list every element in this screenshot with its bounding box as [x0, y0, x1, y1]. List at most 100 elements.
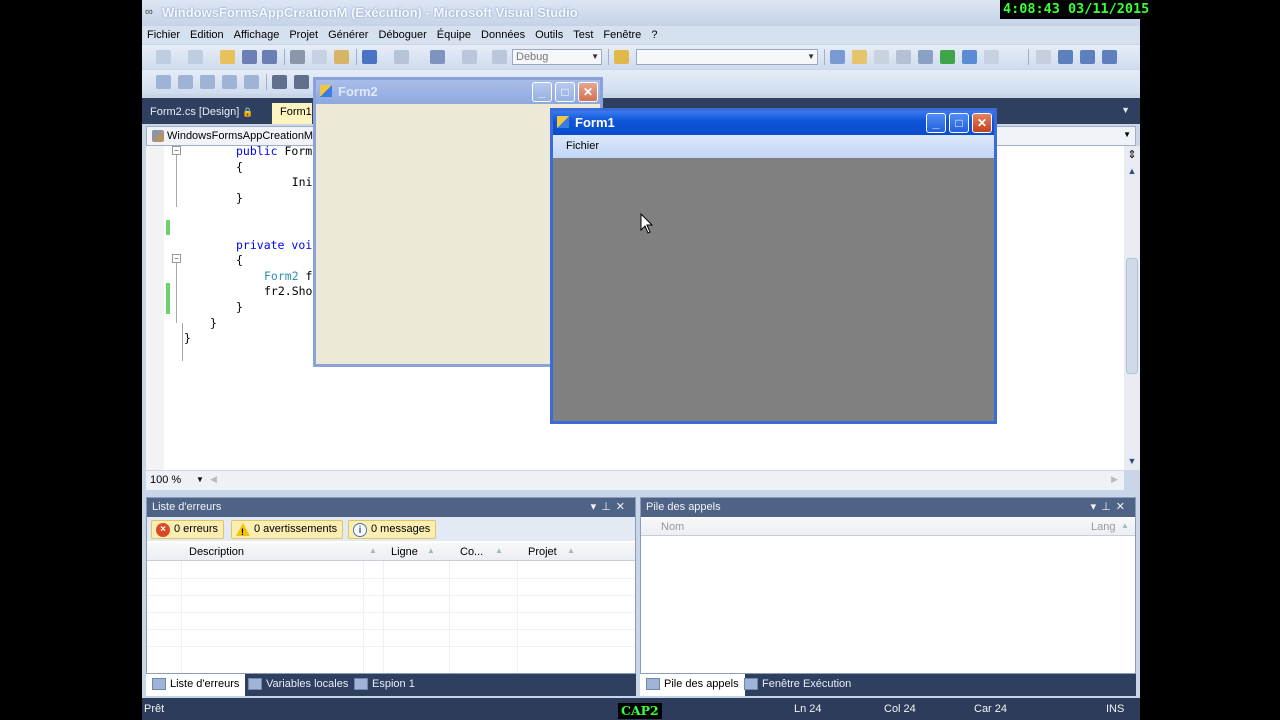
dropdown-icon[interactable]: ▾ — [591, 501, 602, 513]
menu-generer[interactable]: Générer — [323, 29, 373, 41]
menu-fichier[interactable]: Fichier — [142, 29, 185, 41]
scroll-up-icon[interactable]: ▲ — [1126, 166, 1138, 178]
minimize-button[interactable]: _ — [926, 113, 946, 133]
break-all-icon[interactable] — [1058, 50, 1073, 64]
navigate-backward-icon[interactable] — [430, 50, 445, 64]
scroll-thumb[interactable] — [1126, 258, 1138, 374]
continue-icon[interactable] — [1036, 50, 1051, 64]
add-item-icon[interactable] — [188, 50, 203, 64]
close-icon[interactable]: ✕ — [1116, 501, 1130, 513]
zoom-chevron-down-icon[interactable]: ▼ — [196, 475, 204, 484]
errors-filter-button[interactable]: × 0 erreurs — [151, 520, 225, 539]
collapse-icon[interactable]: − — [172, 146, 181, 155]
locals-icon — [248, 678, 262, 690]
collapse-icon[interactable]: − — [172, 254, 181, 263]
code-line: } — [210, 315, 217, 330]
restart-icon[interactable] — [1102, 50, 1117, 64]
tab-variables-locales[interactable]: Variables locales — [242, 674, 354, 696]
pin-icon[interactable]: ⊥ — [1101, 501, 1116, 513]
redo-icon[interactable] — [394, 50, 409, 64]
solution-explorer-icon[interactable] — [830, 50, 845, 64]
scroll-down-icon[interactable]: ▼ — [1126, 456, 1138, 468]
cut-icon[interactable] — [290, 50, 305, 64]
column-ligne[interactable]: Ligne — [391, 546, 418, 558]
scroll-right-icon[interactable]: ▶ — [1111, 474, 1118, 485]
column-description[interactable]: Description — [189, 546, 244, 558]
tab-form2-design[interactable]: Form2.cs [Design] 🔒 — [142, 103, 262, 124]
text-editor-toolbar — [142, 70, 1140, 94]
maximize-button[interactable]: □ — [555, 82, 575, 102]
decrease-indent-icon[interactable] — [272, 75, 287, 89]
close-icon[interactable]: ✕ — [616, 501, 630, 513]
zoom-level[interactable]: 100 % — [150, 474, 181, 486]
tab-form1-code[interactable]: Form1. — [272, 103, 315, 124]
start-page-icon[interactable] — [940, 50, 955, 64]
increase-indent-icon[interactable] — [294, 75, 309, 89]
members-combo-chevron-down-icon[interactable]: ▼ — [1123, 130, 1131, 139]
warnings-filter-button[interactable]: ! 0 avertissements — [231, 520, 344, 539]
open-folder-icon[interactable] — [220, 50, 235, 64]
column-projet[interactable]: Projet — [528, 546, 557, 558]
column-langage[interactable]: Lang — [1091, 521, 1115, 533]
form1-window[interactable]: Form1 _ □ ✕ Fichier — [550, 108, 997, 424]
column-colonne[interactable]: Co... — [460, 546, 483, 558]
menu-test[interactable]: Test — [568, 29, 598, 41]
menu-donnees[interactable]: Données — [476, 29, 530, 41]
menu-outils[interactable]: Outils — [530, 29, 568, 41]
display-word-completion-icon[interactable] — [244, 75, 259, 89]
scroll-left-icon[interactable]: ◀ — [210, 474, 217, 485]
messages-filter-button[interactable]: i 0 messages — [348, 520, 437, 539]
types-combo[interactable]: WindowsFormsAppCreationM.F — [149, 128, 323, 144]
minimize-button[interactable]: _ — [532, 82, 552, 102]
close-button[interactable]: ✕ — [972, 113, 992, 133]
form1-mdi-client[interactable] — [553, 158, 994, 421]
tab-fenetre-execution[interactable]: Fenêtre Exécution — [738, 674, 857, 696]
find-in-files-icon[interactable] — [614, 50, 629, 64]
save-all-icon[interactable] — [262, 50, 277, 64]
quick-info-icon[interactable] — [200, 75, 215, 89]
menu-projet[interactable]: Projet — [284, 29, 323, 41]
tab-espion-1[interactable]: Espion 1 — [348, 674, 421, 696]
new-project-icon[interactable] — [156, 50, 171, 64]
paste-icon[interactable] — [334, 50, 349, 64]
close-button[interactable]: ✕ — [578, 82, 598, 102]
column-nom[interactable]: Nom — [661, 521, 684, 533]
stop-debugging-icon[interactable] — [1080, 50, 1095, 64]
menu-equipe[interactable]: Équipe — [432, 29, 476, 41]
toolbox-icon[interactable] — [896, 50, 911, 64]
start-debug-icon[interactable] — [492, 50, 507, 64]
find-combo[interactable]: ▼ — [636, 49, 818, 65]
dropdown-icon[interactable]: ▾ — [1091, 501, 1102, 513]
menu-deboguer[interactable]: Déboguer — [373, 29, 431, 41]
pin-icon[interactable]: ⊥ — [601, 501, 616, 513]
maximize-button[interactable]: □ — [949, 113, 969, 133]
form1-title-bar[interactable]: Form1 _ □ ✕ — [553, 111, 994, 135]
complete-word-icon[interactable] — [222, 75, 237, 89]
split-icon[interactable]: ⇕ — [1126, 148, 1138, 162]
menu-fenetre[interactable]: Fenêtre — [598, 29, 646, 41]
tab-pile-appels[interactable]: Pile des appels — [640, 674, 745, 696]
save-icon[interactable] — [242, 50, 257, 64]
form2-title-bar[interactable]: Form2 _ □ ✕ — [316, 80, 600, 104]
menu-aide[interactable]: ? — [646, 29, 662, 41]
tools-icon[interactable] — [918, 50, 933, 64]
navigate-forward-icon[interactable] — [462, 50, 477, 64]
solution-configuration-combo[interactable]: Debug ▼ — [512, 49, 602, 65]
status-insert-mode: INS — [1106, 703, 1125, 715]
extension-icon[interactable] — [962, 50, 977, 64]
tab-liste-erreurs[interactable]: Liste d'erreurs — [146, 674, 246, 696]
tab-list-chevron-down-icon[interactable]: ▼ — [1121, 105, 1130, 115]
form1-menu-fichier[interactable]: Fichier — [566, 140, 599, 152]
command-window-icon[interactable] — [984, 50, 999, 64]
menu-affichage[interactable]: Affichage — [229, 29, 285, 41]
undo-icon[interactable] — [362, 50, 377, 64]
member-list-icon[interactable] — [156, 75, 171, 89]
recording-clock: 4:08:43 03/11/2015 — [1000, 0, 1153, 19]
menu-edition[interactable]: Edition — [185, 29, 229, 41]
status-ready: Prêt — [144, 703, 165, 715]
copy-icon[interactable] — [312, 50, 327, 64]
properties-icon[interactable] — [852, 50, 867, 64]
editor-vertical-scrollbar[interactable]: ⇕ ▲ ▼ — [1124, 146, 1140, 470]
parameter-info-icon[interactable] — [178, 75, 193, 89]
object-browser-icon[interactable] — [874, 50, 889, 64]
